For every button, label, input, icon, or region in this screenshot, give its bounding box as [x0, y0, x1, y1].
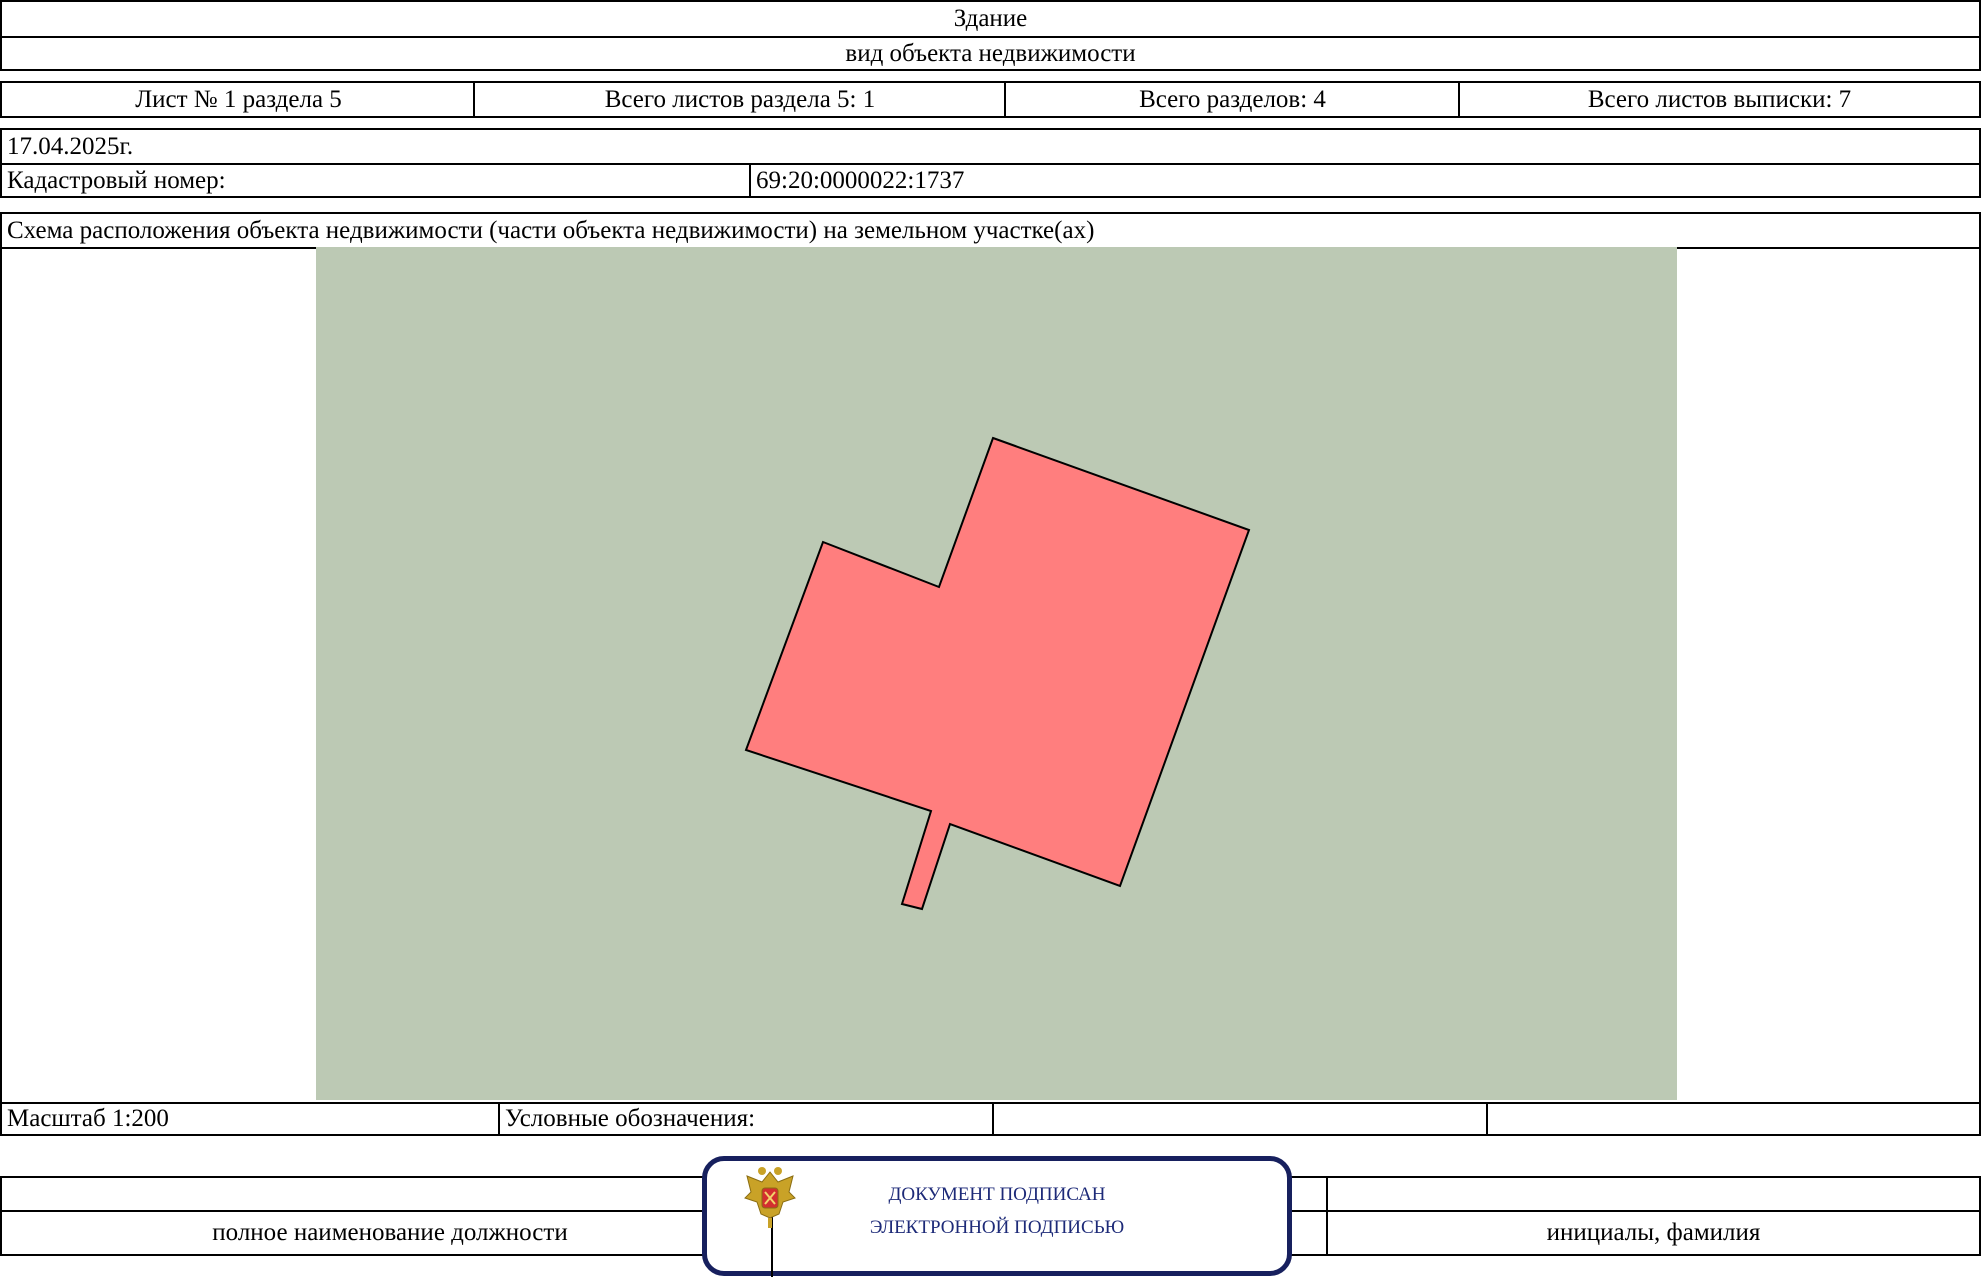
scale-label: Масштаб 1:200	[7, 1105, 169, 1132]
scheme-map	[316, 247, 1677, 1100]
double-headed-eagle-emblem-icon	[744, 1167, 796, 1228]
record-block: 17.04.2025г. Кадастровый номер: 69:20:00…	[0, 128, 1981, 198]
cadastral-value: 69:20:0000022:1737	[756, 166, 965, 194]
total-sections: Всего разделов: 4	[1139, 85, 1326, 113]
name-caption: инициалы, фамилия	[1546, 1219, 1761, 1246]
object-type-block: Здание вид объекта недвижимости	[0, 0, 1981, 71]
total-sheets-section: Всего листов раздела 5: 1	[604, 85, 876, 113]
position-caption: полное наименование должности	[212, 1219, 568, 1246]
sheet-info-row: Лист № 1 раздела 5 Всего листов раздела …	[0, 81, 1981, 118]
legend-cell-empty	[994, 1104, 1487, 1134]
scheme-title: Схема расположения объекта недвижимости …	[7, 216, 1095, 244]
total-sheets-extract: Всего листов выписки: 7	[1587, 85, 1852, 113]
sheet-number: Лист № 1 раздела 5	[135, 85, 342, 113]
record-date: 17.04.2025г.	[7, 132, 134, 160]
cadastral-label: Кадастровый номер:	[7, 166, 226, 194]
object-type: Здание	[953, 5, 1028, 32]
legend-cell-empty	[1488, 1104, 1979, 1134]
object-type-caption: вид объекта недвижимости	[845, 39, 1136, 67]
legend-label: Условные обозначения:	[505, 1105, 756, 1132]
